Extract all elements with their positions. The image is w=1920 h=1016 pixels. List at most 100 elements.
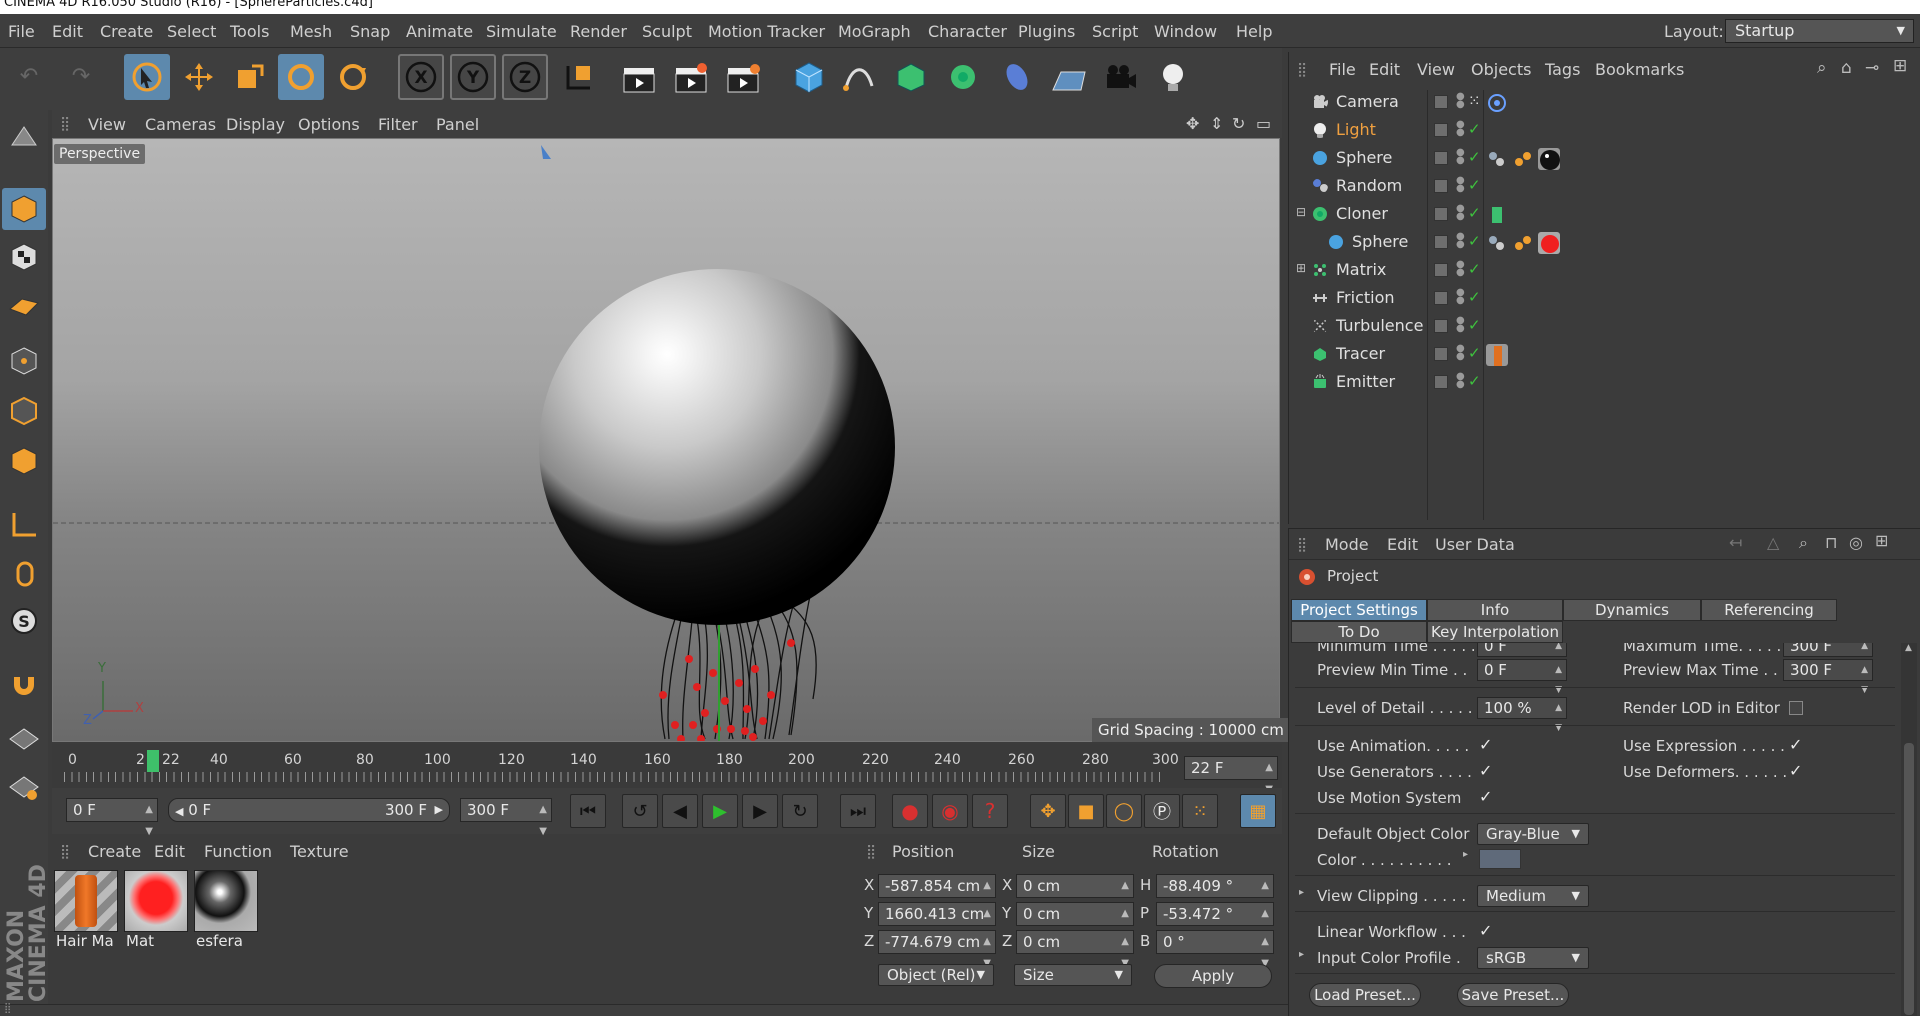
- visibility-dots[interactable]: ● ●: [1456, 260, 1465, 278]
- viewport-menu-display[interactable]: Display: [226, 115, 285, 134]
- layer-swatch[interactable]: [1434, 263, 1448, 277]
- floor-icon[interactable]: [1046, 54, 1092, 100]
- tab-info[interactable]: Info: [1427, 599, 1563, 621]
- timeline-cursor[interactable]: [147, 750, 159, 772]
- object-row-camera[interactable]: Camera ● ● ⁙: [1296, 88, 1916, 116]
- texture-mode-icon[interactable]: [2, 236, 46, 278]
- tab-key-interpolation[interactable]: Key Interpolation: [1427, 621, 1563, 643]
- drag-handle-icon[interactable]: ⣿: [866, 844, 876, 860]
- object-row-sphere-child[interactable]: Sphere ● ● ✓: [1296, 228, 1916, 256]
- previous-frame-icon[interactable]: ◀: [662, 794, 698, 828]
- enabled-check-icon[interactable]: ✓: [1468, 316, 1481, 334]
- use-animation-checkbox[interactable]: ✓: [1479, 735, 1492, 754]
- default-color-dropdown[interactable]: Gray-Blue ▼: [1477, 823, 1589, 845]
- previous-key-icon[interactable]: ↺: [622, 794, 658, 828]
- redo-icon[interactable]: ↷: [58, 54, 104, 100]
- up-icon[interactable]: △: [1767, 533, 1779, 552]
- nurbs-icon[interactable]: [888, 54, 934, 100]
- visibility-dots[interactable]: ● ●: [1456, 344, 1465, 362]
- object-row-random[interactable]: Random ● ● ✓: [1296, 172, 1916, 200]
- size-x-field[interactable]: 0 cm▲▼: [1016, 874, 1134, 913]
- next-key-icon[interactable]: ↻: [782, 794, 818, 828]
- rot-h-field[interactable]: -88.409 °▲▼: [1156, 874, 1274, 913]
- next-frame-icon[interactable]: ▶: [742, 794, 778, 828]
- use-generators-checkbox[interactable]: ✓: [1479, 761, 1492, 780]
- autokey-icon[interactable]: ◉: [932, 794, 968, 828]
- layer-swatch[interactable]: [1434, 207, 1448, 221]
- layer-swatch[interactable]: [1434, 235, 1448, 249]
- object-menu-tags[interactable]: Tags: [1545, 60, 1580, 79]
- view-clipping-dropdown[interactable]: Medium ▼: [1477, 885, 1589, 907]
- layer-swatch[interactable]: [1434, 375, 1448, 389]
- visibility-dots[interactable]: ● ●: [1456, 372, 1465, 390]
- y-axis-lock-icon[interactable]: Y: [450, 54, 496, 100]
- deformer-icon[interactable]: [994, 54, 1040, 100]
- enabled-check-icon[interactable]: ✓: [1468, 120, 1481, 138]
- use-deformers-checkbox[interactable]: ✓: [1789, 761, 1802, 780]
- range-slider[interactable]: ◀ 0 F 300 F ▶: [168, 798, 450, 822]
- rot-b-field[interactable]: 0 ° ▲ ▼: [1156, 930, 1274, 969]
- save-preset-button[interactable]: Save Preset...: [1457, 983, 1569, 1007]
- camera-icon[interactable]: [1098, 54, 1144, 100]
- menu-render[interactable]: Render: [570, 22, 627, 41]
- render-lod-checkbox[interactable]: [1789, 701, 1803, 715]
- scale-icon[interactable]: [226, 54, 272, 100]
- enabled-check-icon[interactable]: ✓: [1468, 344, 1481, 362]
- menu-simulate[interactable]: Simulate: [486, 22, 557, 41]
- rotate-icon[interactable]: [278, 54, 324, 100]
- home-icon[interactable]: ⌂: [1841, 58, 1852, 78]
- drag-handle-icon[interactable]: ⣿: [60, 844, 70, 860]
- material-mat[interactable]: Mat: [124, 870, 188, 954]
- object-row-turbulence[interactable]: Turbulence ● ● ✓: [1296, 312, 1916, 340]
- viewport-menu-panel[interactable]: Panel: [436, 115, 479, 134]
- key-position-icon[interactable]: ✥: [1030, 794, 1066, 828]
- menu-edit[interactable]: Edit: [52, 22, 83, 41]
- play-icon[interactable]: ▶: [702, 794, 738, 828]
- scroll-thumb[interactable]: [1904, 743, 1914, 1015]
- new-panel-icon[interactable]: ⊞: [1875, 531, 1888, 550]
- undo-icon[interactable]: ↶: [6, 54, 52, 100]
- lock-icon[interactable]: ⊓: [1825, 533, 1837, 552]
- visibility-dots[interactable]: ● ●: [1456, 92, 1465, 110]
- attr-menu-mode[interactable]: Mode: [1325, 535, 1369, 554]
- layer-swatch[interactable]: [1434, 291, 1448, 305]
- tab-project-settings[interactable]: Project Settings: [1291, 599, 1427, 621]
- viewport-move-icon[interactable]: ✥: [1186, 114, 1199, 133]
- current-frame-field[interactable]: 22 F▲▼: [1184, 756, 1278, 795]
- spline-icon[interactable]: [836, 54, 882, 100]
- pos-x-field[interactable]: -587.854 cm▲▼: [878, 874, 996, 913]
- make-editable-icon[interactable]: [2, 116, 46, 158]
- lod-field[interactable]: 100 % ▲ ▼: [1477, 697, 1567, 733]
- timeline-scheme-icon[interactable]: ▦: [1240, 794, 1276, 828]
- expand-arrow-icon[interactable]: ▸: [1299, 949, 1304, 960]
- object-menu-view[interactable]: View: [1417, 60, 1455, 79]
- key-point-level-icon[interactable]: ⁙: [1182, 794, 1218, 828]
- menu-animate[interactable]: Animate: [406, 22, 473, 41]
- key-scale-icon[interactable]: ■: [1068, 794, 1104, 828]
- menu-mograph[interactable]: MoGraph: [838, 22, 911, 41]
- tweak-mode-icon[interactable]: [2, 552, 46, 594]
- object-row-emitter[interactable]: Emitter ● ● ✓: [1296, 368, 1916, 396]
- viewport-zoom-icon[interactable]: ⇕: [1210, 114, 1223, 133]
- layer-swatch[interactable]: [1434, 347, 1448, 361]
- tab-to-do[interactable]: To Do: [1291, 621, 1427, 643]
- planar-workplane-icon[interactable]: [2, 766, 46, 808]
- start-frame-field[interactable]: 0 F ▲ ▼: [66, 798, 158, 837]
- menu-window[interactable]: Window: [1154, 22, 1217, 41]
- target-tag-icon[interactable]: [1486, 92, 1508, 114]
- viewport-menu-view[interactable]: View: [88, 115, 126, 134]
- search-icon[interactable]: ⌕: [1799, 533, 1808, 553]
- min-time-field[interactable]: 0 F▲▼: [1477, 643, 1567, 671]
- layer-swatch[interactable]: [1434, 95, 1448, 109]
- keyframe-selection-icon[interactable]: ?: [972, 794, 1008, 828]
- layer-swatch[interactable]: [1434, 319, 1448, 333]
- input-color-profile-dropdown[interactable]: sRGB ▼: [1477, 947, 1589, 969]
- enabled-check-icon[interactable]: ✓: [1468, 288, 1481, 306]
- visibility-dots[interactable]: ● ●: [1456, 204, 1465, 222]
- points-mode-icon[interactable]: [2, 340, 46, 382]
- apply-button[interactable]: Apply: [1154, 964, 1272, 988]
- visibility-dots[interactable]: ● ●: [1456, 148, 1465, 166]
- mograph-tag-icon[interactable]: [1486, 204, 1508, 226]
- attr-menu-edit[interactable]: Edit: [1387, 535, 1418, 554]
- viewport-maximize-icon[interactable]: ▭: [1256, 114, 1271, 133]
